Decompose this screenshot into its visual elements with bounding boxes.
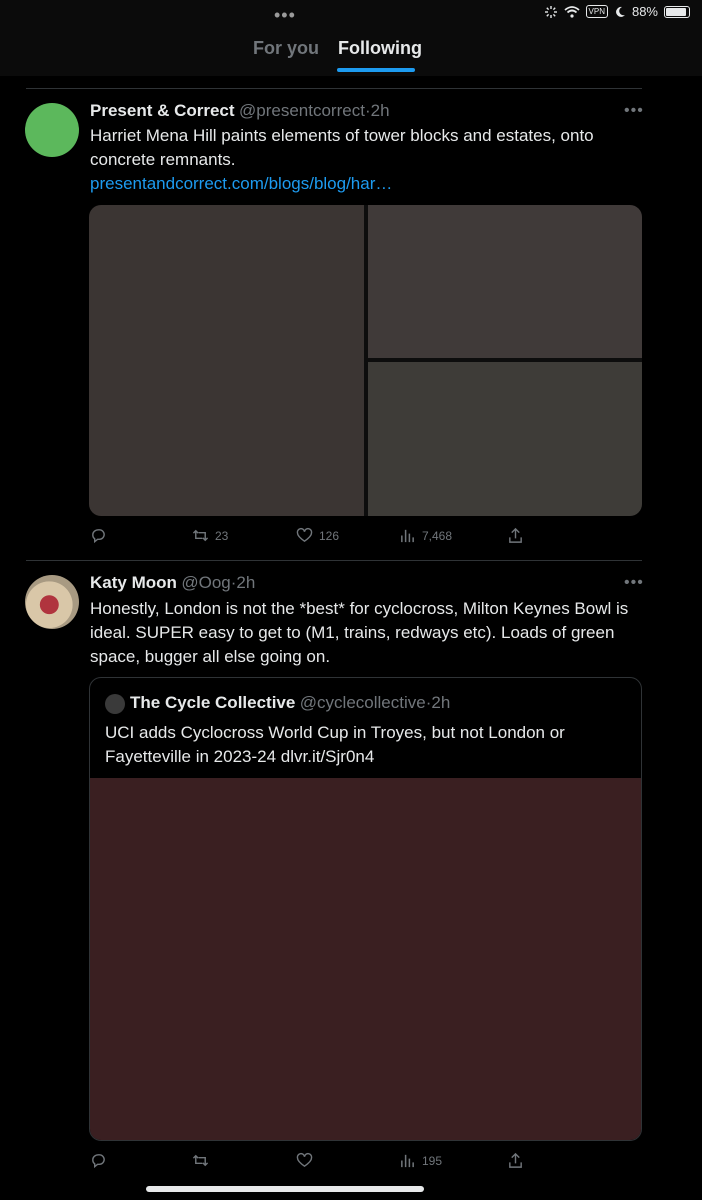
retweet-icon [192,529,209,542]
post-actions: 23 126 7,468 [90,527,630,547]
reply-button[interactable] [90,527,113,544]
like-count: 126 [319,528,340,543]
tab-for-you[interactable]: For you [253,38,319,59]
media-image[interactable] [89,205,364,516]
like-button[interactable] [296,1152,319,1169]
quoted-text: UCI adds Cyclocross World Cup in Troyes,… [105,723,565,766]
divider [26,560,642,561]
quoted-tweet[interactable]: The Cycle Collective @cyclecollective·2h… [89,677,642,1141]
vpn-badge: VPN [585,5,608,18]
post-text: Harriet Mena Hill paints elements of tow… [90,126,594,169]
retweet-count: 23 [215,528,229,543]
views-button[interactable]: 195 [399,1152,442,1169]
home-indicator[interactable] [146,1186,424,1192]
tab-following[interactable]: Following [338,38,422,59]
views-count: 195 [422,1153,443,1168]
like-icon [296,527,313,543]
retweet-icon [192,1154,209,1167]
post-actions: 195 [90,1152,630,1172]
author-name[interactable]: Katy Moon [90,573,177,592]
quoted-header: The Cycle Collective @cyclecollective·2h [130,693,450,713]
status-bar: VPN 88% [544,4,690,19]
post-header: Katy Moon @Oog·2h [90,573,255,593]
share-button[interactable] [507,527,524,544]
share-icon [509,527,522,543]
battery-percent: 88% [631,4,658,19]
reply-icon [92,529,105,544]
moon-icon [616,6,625,17]
quoted-avatar [105,694,125,714]
post-text: Honestly, London is not the *best* for c… [90,599,629,666]
avatar[interactable] [25,103,79,157]
retweet-button[interactable]: 23 [192,527,228,544]
views-count: 7,468 [422,528,453,543]
like-button[interactable]: 126 [296,527,339,544]
divider [26,88,642,89]
quoted-author-handle: @cyclecollective [299,693,426,712]
reply-icon [92,1154,105,1169]
retweet-button[interactable] [192,1152,215,1169]
sync-icon [544,5,557,18]
media-image[interactable] [368,205,642,358]
post-time[interactable]: 2h [236,573,255,592]
post-header: Present & Correct @presentcorrect·2h [90,101,390,121]
header: ••• VPN 88% For you Following [0,0,702,76]
post-link[interactable]: presentandcorrect.com/blogs/blog/har… [90,172,392,196]
wifi-icon [563,5,580,18]
views-button[interactable]: 7,468 [399,527,452,544]
media-grid [89,205,642,516]
views-icon [401,1154,414,1168]
tab-active-indicator [337,68,415,72]
quoted-post-time: 2h [431,693,451,712]
more-icon[interactable]: ••• [624,102,644,120]
post-time[interactable]: 2h [371,101,390,120]
quoted-media-image[interactable] [90,778,641,1140]
share-button[interactable] [507,1152,524,1169]
share-icon [509,1152,522,1168]
author-handle[interactable]: @presentcorrect [239,101,365,120]
like-icon [296,1152,313,1168]
author-name[interactable]: Present & Correct [90,101,235,120]
multitasking-dots[interactable]: ••• [274,5,296,26]
battery-icon [664,5,690,18]
views-icon [401,529,414,543]
author-handle[interactable]: @Oog [181,573,230,592]
more-icon[interactable]: ••• [624,574,644,592]
media-image[interactable] [368,362,642,516]
avatar[interactable] [25,575,79,629]
quoted-author-name: The Cycle Collective [130,693,296,712]
reply-button[interactable] [90,1152,113,1169]
